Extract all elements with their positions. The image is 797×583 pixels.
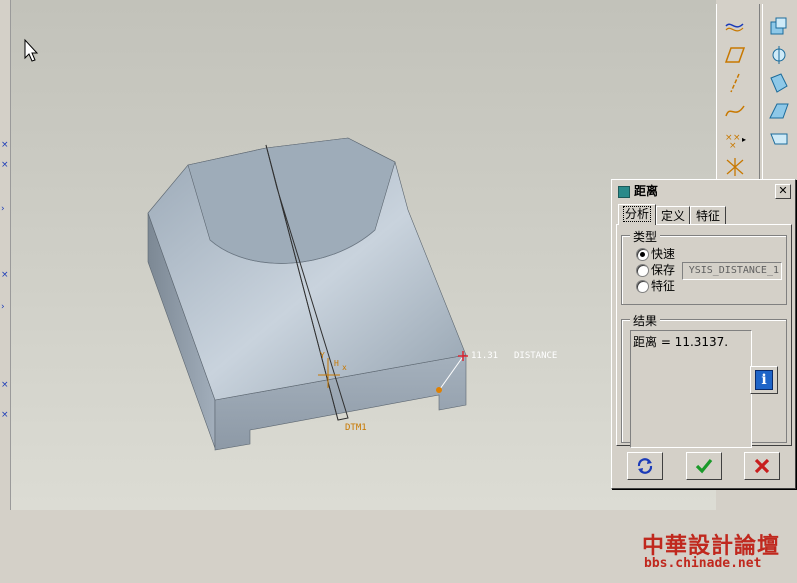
coordinate-system-icon[interactable] xyxy=(723,156,751,180)
tab-analysis-label: 分析 xyxy=(622,206,651,222)
datum-label: DTM1 xyxy=(345,423,367,433)
watermark-logo: 中華設計論壇 bbs.chinade.net xyxy=(638,524,788,580)
dialog-title-bar[interactable]: 距离 ✕ xyxy=(614,182,793,200)
type-group: 类型 快速 保存 特征 YSIS_DISTANCE_1 xyxy=(621,228,787,305)
strip-arrow-icon: › xyxy=(1,204,5,214)
ok-check-icon xyxy=(695,458,713,474)
refresh-button[interactable] xyxy=(627,452,663,480)
graphics-window[interactable]: Y H x 11.31 DISTANCE DTM1 × × › × › × × xyxy=(0,0,716,510)
strip-marker-icon: × xyxy=(1,160,9,170)
result-text-box[interactable]: 距离 = 11.3137. xyxy=(630,330,752,448)
cancel-x-icon xyxy=(754,458,770,474)
info-icon: i xyxy=(755,370,773,390)
strip-marker-icon: × xyxy=(1,270,9,280)
radio-quick-label: 快速 xyxy=(651,247,676,261)
round-feature-icon[interactable] xyxy=(767,100,795,124)
tab-define[interactable]: 定义 xyxy=(656,206,690,225)
dialog-app-icon xyxy=(618,186,630,198)
cancel-button[interactable] xyxy=(744,452,780,480)
strip-marker-icon: × xyxy=(1,410,9,420)
strip-arrow-icon: › xyxy=(1,302,5,312)
shell-feature-icon[interactable] xyxy=(767,16,795,40)
watermark-url: bbs.chinade.net xyxy=(644,556,762,571)
strip-marker-icon: × xyxy=(1,380,9,390)
svg-text:H: H xyxy=(334,359,339,368)
type-group-label: 类型 xyxy=(630,228,661,245)
mouse-cursor xyxy=(24,38,39,62)
analysis-name-field[interactable]: YSIS_DISTANCE_1 xyxy=(682,262,782,280)
svg-text:×: × xyxy=(729,141,737,150)
svg-text:x: x xyxy=(342,363,347,372)
chamfer-feature-icon[interactable] xyxy=(767,128,795,152)
radio-feature-label: 特征 xyxy=(651,279,676,293)
tab-analysis[interactable]: 分析 xyxy=(618,204,656,225)
svg-text:Y: Y xyxy=(320,351,325,360)
datum-plane-icon[interactable] xyxy=(723,44,751,68)
radio-quick-dot[interactable] xyxy=(636,248,649,261)
datum-axis-icon[interactable] xyxy=(723,72,751,96)
radio-save-dot[interactable] xyxy=(636,264,649,277)
ok-button[interactable] xyxy=(686,452,722,480)
datum-toolbar: × × × ▸ xyxy=(716,4,760,180)
left-scroll-strip[interactable]: × × › × › × × xyxy=(0,0,11,510)
svg-text:▸: ▸ xyxy=(742,135,746,144)
datum-point-icon[interactable]: × × × ▸ xyxy=(723,128,751,152)
refresh-icon xyxy=(637,458,653,474)
dimension-value-label: 11.31 xyxy=(471,351,498,361)
rib-feature-icon[interactable] xyxy=(767,44,795,68)
result-group: 结果 距离 = 11.3137. i xyxy=(621,312,787,448)
info-button[interactable]: i xyxy=(750,366,778,394)
feature-toolbar xyxy=(762,4,797,180)
draft-feature-icon[interactable] xyxy=(767,72,795,96)
measure-start-point xyxy=(436,387,442,393)
tab-feature[interactable]: 特征 xyxy=(690,206,726,225)
model-viewport[interactable]: Y H x 11.31 DISTANCE DTM1 xyxy=(0,0,716,510)
sketch-curve-icon[interactable] xyxy=(723,100,751,124)
tab-panel: 类型 快速 保存 特征 YSIS_DISTANCE_1 结果 距离 = 11.3… xyxy=(616,224,792,448)
dialog-title: 距离 xyxy=(634,184,659,198)
result-group-label: 结果 xyxy=(630,312,661,329)
distance-dialog: 距离 ✕ 分析 定义 特征 类型 快速 保存 特征 YSIS_DISTANCE_… xyxy=(611,179,796,489)
radio-save-label: 保存 xyxy=(651,263,676,277)
strip-marker-icon: × xyxy=(1,140,9,150)
datum-curve-icon[interactable] xyxy=(723,16,751,40)
distance-label: DISTANCE xyxy=(514,351,557,361)
radio-feature-dot[interactable] xyxy=(636,280,649,293)
close-button[interactable]: ✕ xyxy=(775,184,791,199)
result-text: 距离 = 11.3137. xyxy=(633,335,729,349)
